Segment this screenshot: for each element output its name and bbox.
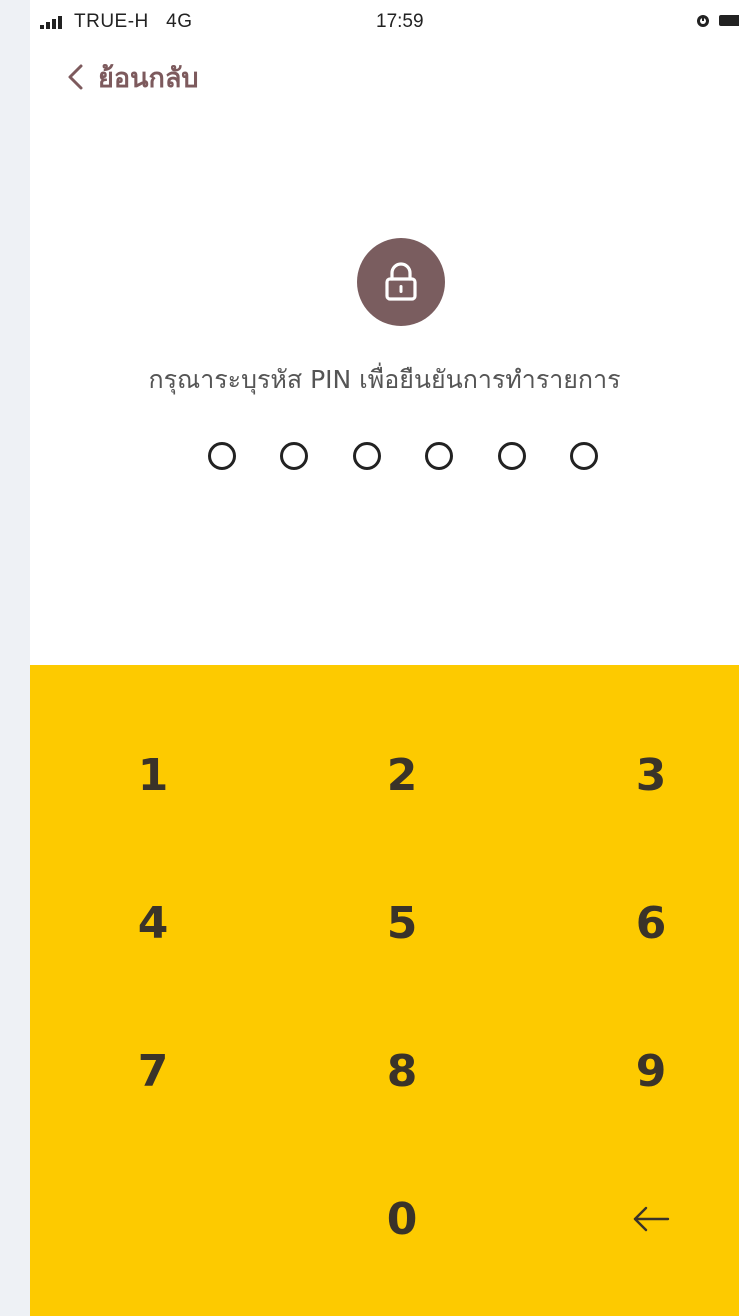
- background-edge: [0, 0, 30, 1316]
- pin-entry-screen: TRUE-H 4G 17:59 ย้อนกลับ กรุณาระบุรหัส P…: [30, 0, 739, 1316]
- back-label: ย้อนกลับ: [98, 62, 199, 94]
- lock-badge: [357, 238, 445, 326]
- status-bar: TRUE-H 4G 17:59: [30, 0, 739, 44]
- carrier-label: TRUE-H: [74, 11, 149, 32]
- backspace-arrow-icon: [633, 1206, 670, 1232]
- key-5[interactable]: 5: [312, 863, 492, 983]
- chevron-left-icon: [68, 64, 83, 90]
- pin-dot: [208, 442, 236, 470]
- pin-prompt-text: กรุณาระบุรหัส PIN เพื่อยืนยันการทำรายการ: [148, 365, 621, 394]
- back-button[interactable]: ย้อนกลับ: [64, 54, 199, 100]
- pin-dot: [352, 442, 381, 470]
- key-3[interactable]: 3: [561, 715, 739, 835]
- pin-dot: [497, 442, 526, 470]
- pin-indicator: [208, 438, 598, 474]
- backspace-button[interactable]: [561, 1159, 739, 1279]
- carrier-name: TRUE-H 4G: [74, 11, 192, 33]
- numeric-keypad: 1 2 3 4 5 6 7 8 9 0: [30, 665, 739, 1316]
- pin-dot: [280, 442, 309, 470]
- battery-icon: [719, 15, 739, 26]
- pin-dot: [569, 442, 598, 470]
- key-0[interactable]: 0: [312, 1159, 492, 1279]
- key-9[interactable]: 9: [561, 1011, 739, 1131]
- key-2[interactable]: 2: [312, 715, 492, 835]
- key-1[interactable]: 1: [63, 715, 243, 835]
- key-7[interactable]: 7: [63, 1011, 243, 1131]
- key-4[interactable]: 4: [63, 863, 243, 983]
- signal-strength-icon: [40, 16, 62, 29]
- alarm-clock-icon: [697, 15, 709, 27]
- key-8[interactable]: 8: [312, 1011, 492, 1131]
- key-6[interactable]: 6: [561, 863, 739, 983]
- pin-dot: [425, 442, 454, 470]
- lock-icon: [385, 262, 417, 301]
- status-time: 17:59: [376, 11, 424, 32]
- network-type: 4G: [166, 11, 193, 32]
